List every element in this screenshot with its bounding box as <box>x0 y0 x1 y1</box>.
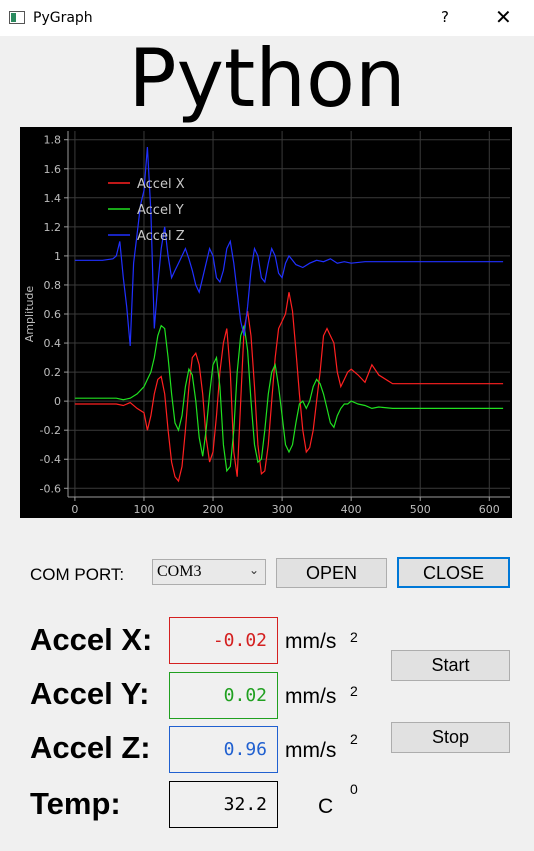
accel-z-display: 0.96 <box>169 726 278 773</box>
title-bar: PyGraph ? ✕ <box>0 0 534 36</box>
close-port-button[interactable]: CLOSE <box>397 557 510 588</box>
accel-z-label: Accel Z: <box>30 730 151 765</box>
y-tick-label: 1 <box>54 250 61 263</box>
x-tick-label: 600 <box>479 503 500 516</box>
accel-y-unit-sup: 2 <box>350 683 358 699</box>
accel-x-display: -0.02 <box>169 617 278 664</box>
legend-label: Accel Y <box>137 203 184 218</box>
y-tick-label: -0.6 <box>40 482 61 495</box>
y-tick-label: 1.8 <box>44 134 62 147</box>
open-button[interactable]: OPEN <box>276 558 387 588</box>
temp-unit: C <box>318 795 334 818</box>
x-tick-label: 400 <box>341 503 362 516</box>
accel-y-label: Accel Y: <box>30 676 150 711</box>
accel-z-unit-sup: 2 <box>350 731 358 747</box>
y-tick-label: 0.8 <box>44 279 62 292</box>
legend-label: Accel Z <box>137 229 185 244</box>
chart-svg: 0 100 200 300 400 500 600 -0.6 -0.4 -0.2 0 0.2 0.4 0.… <box>23 131 510 516</box>
y-axis-label: Amplitude <box>23 286 36 343</box>
y-tick-label: 0.2 <box>44 366 62 379</box>
y-tick-label: 1.2 <box>44 221 62 234</box>
y-tick-label: 0.4 <box>44 337 62 350</box>
y-tick-label: 1.4 <box>44 192 62 205</box>
y-tick-label: 1.6 <box>44 163 62 176</box>
acceleration-chart: 0 100 200 300 400 500 600 -0.6 -0.4 -0.2 0 0.2 0.4 0.… <box>20 127 512 518</box>
x-tick-label: 500 <box>410 503 431 516</box>
accel-x-unit: mm/s <box>285 630 337 653</box>
y-tick-label: -0.2 <box>40 424 61 437</box>
com-port-value: COM3 <box>157 563 202 580</box>
y-tick-label: 0 <box>54 395 61 408</box>
accel-x-label: Accel X: <box>30 622 153 657</box>
temp-unit-sup: 0 <box>350 781 358 797</box>
accel-y-display: 0.02 <box>169 672 278 719</box>
app-window-icon <box>9 11 25 24</box>
x-tick-label: 200 <box>203 503 224 516</box>
x-tick-label: 300 <box>272 503 293 516</box>
y-tick-label: -0.4 <box>40 453 61 466</box>
stop-button[interactable]: Stop <box>391 722 510 753</box>
window-title: PyGraph <box>33 10 93 26</box>
legend-label: Accel X <box>137 177 185 192</box>
chevron-down-icon: ⌄ <box>248 563 259 577</box>
series-line-accel-y <box>74 324 504 473</box>
start-button[interactable]: Start <box>391 650 510 681</box>
y-tick-label: 0.6 <box>44 308 62 321</box>
accel-z-unit: mm/s <box>285 739 337 762</box>
com-port-select[interactable]: COM3 ⌄ <box>152 559 266 585</box>
x-tick-label: 100 <box>133 503 154 516</box>
accel-x-unit-sup: 2 <box>350 629 358 645</box>
temp-display: 32.2 <box>169 781 278 828</box>
close-window-icon[interactable]: ✕ <box>495 5 512 29</box>
temp-label: Temp: <box>30 786 121 821</box>
x-tick-label: 0 <box>71 503 78 516</box>
help-button[interactable]: ? <box>441 8 449 26</box>
accel-y-unit: mm/s <box>285 685 337 708</box>
com-port-label: COM PORT: <box>30 565 125 584</box>
